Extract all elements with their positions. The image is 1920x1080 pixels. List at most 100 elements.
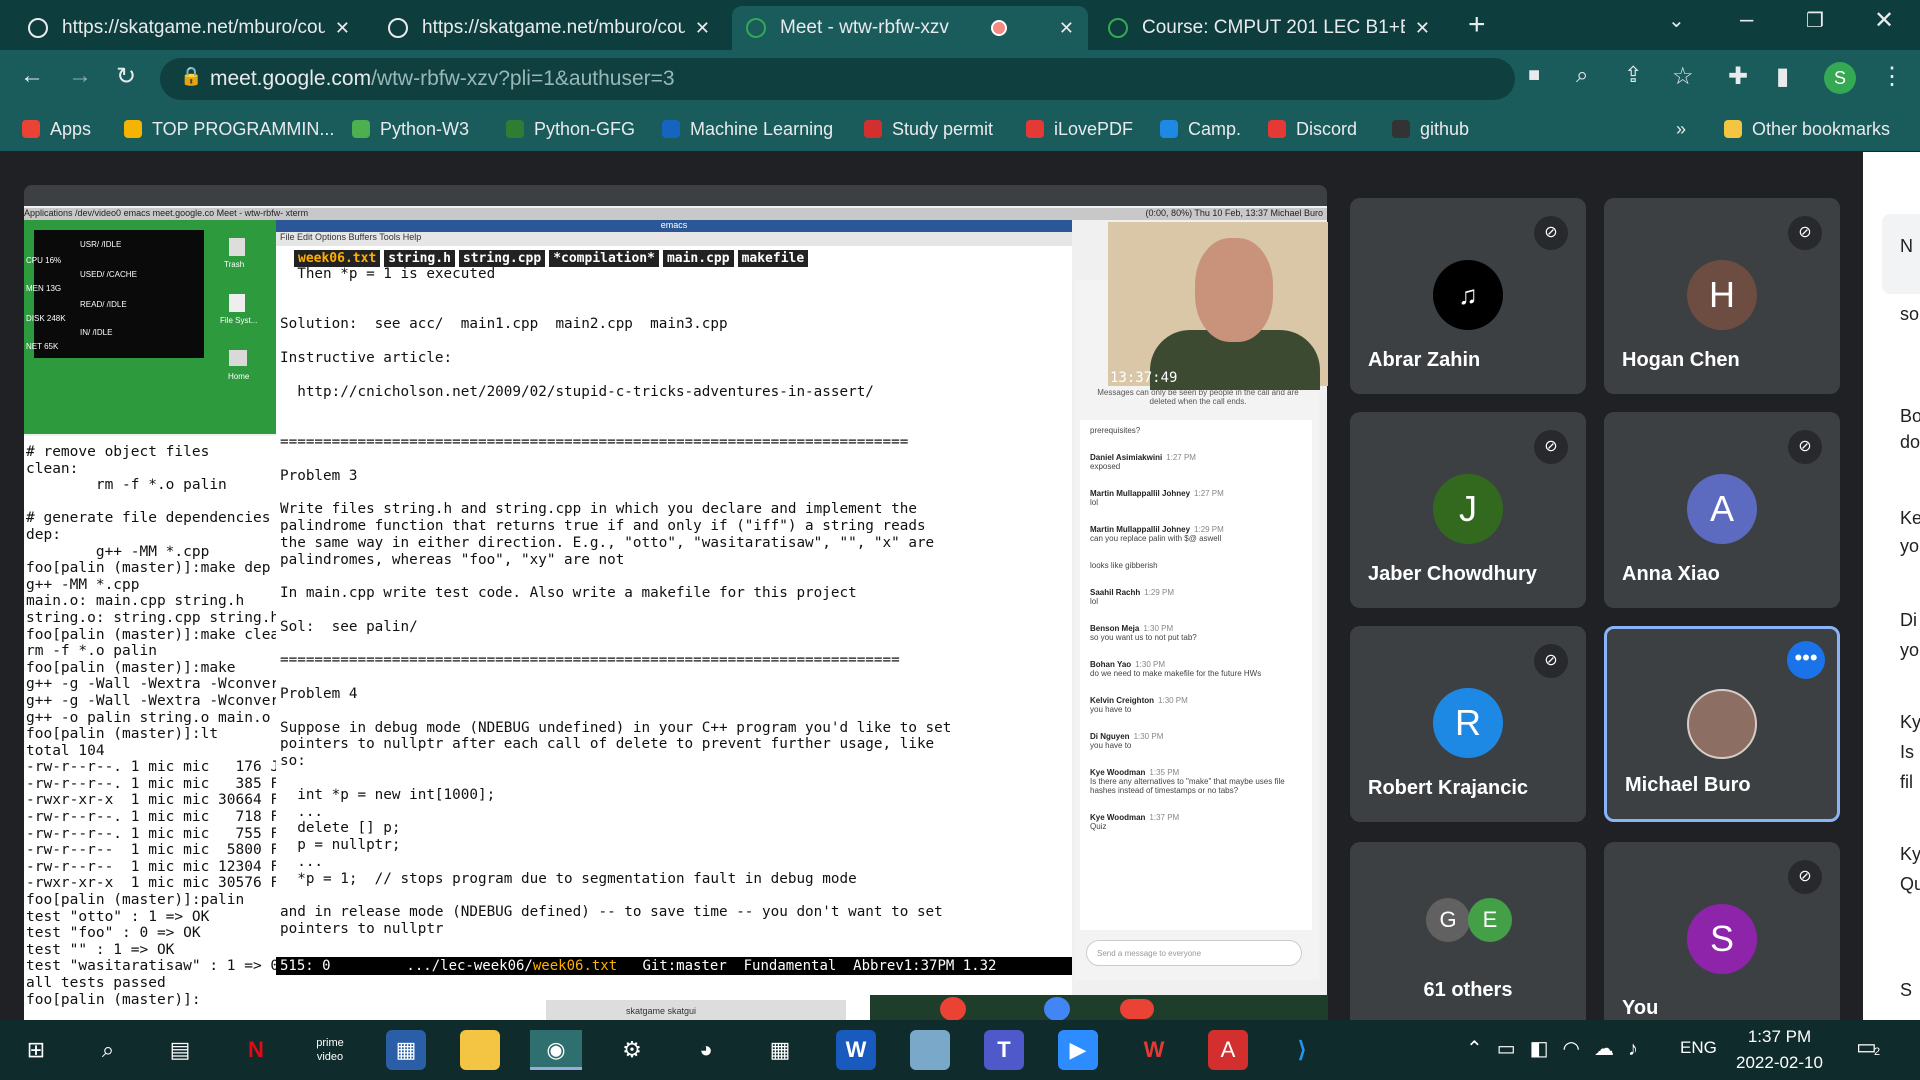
chat-time: 1:27 PM <box>1194 489 1224 498</box>
back-icon[interactable]: ← <box>20 62 44 90</box>
close-tab-icon[interactable]: ✕ <box>1405 18 1430 39</box>
browser-tab-1[interactable]: https://skatgame.net/mburo/cou ✕ <box>14 6 364 50</box>
taskbar-clock[interactable]: 1:37 PM 2022-02-10 <box>1736 1024 1823 1076</box>
menu-icon[interactable]: ⋮ <box>1880 62 1904 91</box>
share-icon[interactable]: ⇪ <box>1624 62 1642 88</box>
extensions-icon[interactable]: ✚ <box>1728 62 1748 91</box>
acrobat-icon[interactable]: A <box>1208 1030 1248 1070</box>
maple-leaf-icon <box>864 120 882 138</box>
panda-icon[interactable]: ◕ <box>686 1030 726 1070</box>
minimize-icon[interactable]: – <box>1740 6 1753 34</box>
bookmark-icon <box>124 120 142 138</box>
chat-time: 1:37 PM <box>1149 813 1180 822</box>
participant-tile[interactable]: R ⊘ Robert Krajancic <box>1350 626 1586 822</box>
bookmark-github[interactable]: github <box>1392 114 1469 144</box>
chat-message: Kelvin Creighton 1:30 PM you have to <box>1090 696 1312 714</box>
participant-tile[interactable]: H ⊘ Hogan Chen <box>1604 198 1840 394</box>
meet-icon <box>746 18 766 38</box>
file-explorer-icon[interactable] <box>460 1030 500 1070</box>
zoom-icon[interactable]: ⌕ <box>1576 62 1588 88</box>
reload-icon[interactable]: ↻ <box>116 62 136 91</box>
chrome-icon[interactable]: ◉ <box>530 1030 582 1070</box>
language-indicator[interactable]: ENG <box>1680 1038 1717 1058</box>
bookmark-python-w3[interactable]: Python-W3 <box>352 114 469 144</box>
bookmark-apps[interactable]: Apps <box>22 114 91 144</box>
system-tray-icons[interactable]: ⌃▭◧◠☁♪ <box>1466 1036 1652 1061</box>
bookmark-python-gfg[interactable]: Python-GFG <box>506 114 635 144</box>
chat-author: Kye Woodman <box>1090 813 1146 822</box>
emacs-text-buffer[interactable]: Then *p = 1 is executed Solution: see ac… <box>280 266 1070 956</box>
buffer-tab[interactable]: week06.txt <box>294 250 381 267</box>
bookmark-machine-learning[interactable]: Machine Learning <box>662 114 833 144</box>
chat-text: you have to <box>1090 705 1132 714</box>
chat-message: looks like gibberish <box>1090 561 1312 570</box>
chat-input[interactable]: Send a message to everyone <box>1086 940 1302 966</box>
participant-tile-active-speaker[interactable]: ••• Michael Buro <box>1604 626 1840 822</box>
wps-icon[interactable]: W <box>1134 1030 1174 1070</box>
notepad-icon[interactable] <box>910 1030 950 1070</box>
calculator-icon[interactable]: ▦ <box>760 1030 800 1070</box>
buffer-tab[interactable]: main.cpp <box>662 250 734 267</box>
buffer-tab[interactable]: *compilation* <box>549 250 659 267</box>
zoom-icon[interactable]: ▶ <box>1058 1030 1098 1070</box>
restore-icon[interactable]: ❐ <box>1806 8 1824 33</box>
word-icon[interactable]: W <box>836 1030 876 1070</box>
teams-icon[interactable]: T <box>984 1030 1024 1070</box>
bookmark-ilovepdf[interactable]: iLovePDF <box>1026 114 1133 144</box>
vscode-icon[interactable]: ⟩ <box>1282 1030 1322 1070</box>
buffer-tab[interactable]: string.cpp <box>458 250 546 267</box>
emacs-menubar[interactable]: File Edit Options Buffers Tools Help <box>276 232 1072 246</box>
chat-text: prerequisites? <box>1090 426 1141 435</box>
start-icon[interactable]: ⊞ <box>16 1030 56 1070</box>
browser-tab-meet[interactable]: Meet - wtw-rbfw-xzv ✕ <box>732 6 1088 50</box>
netflix-icon[interactable]: N <box>236 1030 276 1070</box>
participant-tile[interactable]: A ⊘ Anna Xiao <box>1604 412 1840 608</box>
bookmark-star-icon[interactable]: ☆ <box>1672 62 1694 91</box>
settings-icon[interactable]: ⚙ <box>612 1030 652 1070</box>
participant-tile[interactable]: J ⊘ Jaber Chowdhury <box>1350 412 1586 608</box>
buffer-tab[interactable]: makefile <box>737 250 809 267</box>
camera-icon[interactable]: ■ <box>1528 64 1540 87</box>
xterm-terminal[interactable]: # remove object files clean: rm -f *.o p… <box>24 436 276 1020</box>
chat-time: 1:30 PM <box>1133 732 1164 741</box>
side-panel-icon[interactable]: ▮ <box>1776 62 1789 91</box>
profile-avatar[interactable]: S <box>1824 62 1856 94</box>
url-text[interactable]: meet.google.com/wtw-rbfw-xzv?pli=1&authu… <box>210 67 675 91</box>
bookmark-camp[interactable]: Camp. <box>1160 114 1241 144</box>
close-tab-icon[interactable]: ✕ <box>325 18 350 39</box>
more-options-icon[interactable]: ••• <box>1787 641 1825 679</box>
lock-icon: 🔒 <box>180 66 203 86</box>
chat-text: Is there any alternatives to "make" that… <box>1090 777 1285 795</box>
task-view-icon[interactable]: ▤ <box>160 1030 200 1070</box>
chat-time: 1:29 PM <box>1144 588 1175 597</box>
search-icon[interactable]: ⌕ <box>88 1030 128 1070</box>
more-bookmarks-button[interactable]: » <box>1676 114 1686 144</box>
forward-icon[interactable]: → <box>68 62 92 90</box>
close-window-icon[interactable]: ✕ <box>1874 6 1894 35</box>
bookmark-top-programming[interactable]: TOP PROGRAMMIN... <box>124 114 334 144</box>
shared-meet-controls <box>870 995 1328 1023</box>
close-tab-icon[interactable]: ✕ <box>685 18 710 39</box>
participant-tile[interactable]: ♫ ⊘ Abrar Zahin <box>1350 198 1586 394</box>
filesystem-icon[interactable] <box>229 294 245 312</box>
tab-search-icon[interactable]: ⌄ <box>1668 8 1685 33</box>
trash-icon[interactable] <box>229 238 245 256</box>
self-tile[interactable]: S ⊘ You <box>1604 842 1840 1020</box>
bookmark-study-permit[interactable]: Study permit <box>864 114 993 144</box>
browser-tab-2[interactable]: https://skatgame.net/mburo/cou ✕ <box>374 6 724 50</box>
bookmark-icon <box>662 120 680 138</box>
chat-time: 1:30 PM <box>1135 660 1165 669</box>
store-icon[interactable]: ▦ <box>386 1030 426 1070</box>
prime-video-icon[interactable]: prime video <box>310 1030 350 1070</box>
bookmark-discord[interactable]: Discord <box>1268 114 1357 144</box>
browser-tab-4[interactable]: Course: CMPUT 201 LEC B1+B2 V✕ <box>1094 6 1444 50</box>
present-icon <box>1044 997 1070 1021</box>
close-tab-icon[interactable]: ✕ <box>1049 18 1074 39</box>
home-folder-icon[interactable] <box>229 350 247 366</box>
buffer-tab[interactable]: string.h <box>384 250 455 267</box>
others-tile[interactable]: G E 61 others <box>1350 842 1586 1020</box>
chat-message: prerequisites? <box>1090 426 1312 435</box>
new-tab-button[interactable]: + <box>1468 8 1486 42</box>
other-bookmarks-folder[interactable]: Other bookmarks <box>1724 114 1890 144</box>
photo-avatar <box>1687 689 1757 759</box>
